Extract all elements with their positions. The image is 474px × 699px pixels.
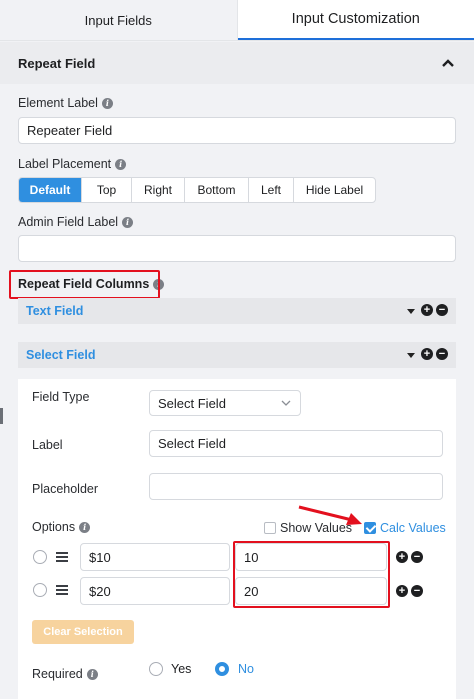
- plus-circle-icon[interactable]: +: [396, 585, 408, 597]
- chevron-down-icon: [281, 400, 291, 406]
- drag-handle-icon[interactable]: [56, 552, 68, 562]
- required-yes-label: Yes: [171, 662, 192, 676]
- show-values-checkbox[interactable]: [264, 522, 276, 534]
- plus-circle-icon[interactable]: +: [421, 348, 433, 360]
- admin-field-label-input[interactable]: [18, 235, 456, 262]
- placeholder-input[interactable]: [149, 473, 443, 500]
- placement-right[interactable]: Right: [131, 178, 184, 202]
- placement-bottom[interactable]: Bottom: [184, 178, 248, 202]
- option-label-input[interactable]: $20: [80, 577, 230, 605]
- options-heading: Options i: [32, 520, 91, 534]
- required-no-radio[interactable]: [215, 662, 229, 676]
- chevron-down-icon[interactable]: [407, 309, 415, 314]
- info-icon[interactable]: i: [86, 668, 98, 680]
- label-field-label: Label: [32, 438, 63, 452]
- placement-left[interactable]: Left: [248, 178, 293, 202]
- plus-circle-icon[interactable]: +: [421, 304, 433, 316]
- section-title: Repeat Field: [18, 55, 96, 71]
- chevron-down-icon[interactable]: [407, 353, 415, 358]
- column-header-select-field[interactable]: Select Field + −: [18, 342, 456, 368]
- column-controls: + −: [407, 348, 448, 360]
- option-default-radio[interactable]: [33, 583, 47, 597]
- placement-default[interactable]: Default: [19, 178, 81, 202]
- highlight-box-columns: [9, 270, 160, 299]
- admin-field-label-heading: Admin Field Label i: [18, 215, 134, 229]
- select-field-settings-panel: Field Type Select Field Label Select Fie…: [18, 379, 456, 699]
- placement-hide-label[interactable]: Hide Label: [293, 178, 375, 202]
- highlight-box-calc-values: [233, 541, 390, 608]
- placement-top[interactable]: Top: [81, 178, 131, 202]
- minus-circle-icon[interactable]: −: [411, 551, 423, 563]
- minus-circle-icon[interactable]: −: [436, 304, 448, 316]
- column-controls: + −: [407, 304, 448, 316]
- label-field-input[interactable]: Select Field: [149, 430, 443, 457]
- required-heading: Required i: [32, 667, 98, 681]
- required-no-label: No: [238, 662, 254, 676]
- plus-circle-icon[interactable]: +: [396, 551, 408, 563]
- calc-values-toggle[interactable]: Calc Values: [364, 521, 446, 535]
- tab-input-customization[interactable]: Input Customization: [237, 0, 474, 40]
- tab-input-fields[interactable]: Input Fields: [0, 0, 238, 40]
- scrollbar-marker[interactable]: [0, 408, 3, 424]
- option-row-controls: + −: [396, 551, 423, 563]
- label-placement-group: Default Top Right Bottom Left Hide Label: [18, 177, 376, 203]
- info-icon[interactable]: i: [101, 97, 113, 109]
- option-label-input[interactable]: $10: [80, 543, 230, 571]
- drag-handle-icon[interactable]: [56, 585, 68, 595]
- field-type-select[interactable]: Select Field: [149, 390, 301, 416]
- chevron-up-icon[interactable]: [440, 55, 456, 71]
- option-default-radio[interactable]: [33, 550, 47, 564]
- option-row-controls: + −: [396, 585, 423, 597]
- column-header-text-field[interactable]: Text Field + −: [18, 298, 456, 324]
- field-type-label: Field Type: [32, 390, 90, 404]
- minus-circle-icon[interactable]: −: [411, 585, 423, 597]
- info-icon[interactable]: i: [115, 158, 127, 170]
- element-label-heading: Element Label i: [18, 96, 113, 110]
- info-icon[interactable]: i: [122, 216, 134, 228]
- info-icon[interactable]: i: [79, 521, 91, 533]
- clear-selection-button[interactable]: Clear Selection: [32, 620, 134, 644]
- tab-bar: Input Fields Input Customization: [0, 0, 474, 41]
- label-placement-heading: Label Placement i: [18, 157, 127, 171]
- repeat-field-section-header[interactable]: Repeat Field: [0, 42, 474, 84]
- arrow-annotation: [298, 505, 362, 525]
- placeholder-label: Placeholder: [32, 482, 99, 496]
- element-label-input[interactable]: Repeater Field: [18, 117, 456, 144]
- required-yes-radio[interactable]: [149, 662, 163, 676]
- minus-circle-icon[interactable]: −: [436, 348, 448, 360]
